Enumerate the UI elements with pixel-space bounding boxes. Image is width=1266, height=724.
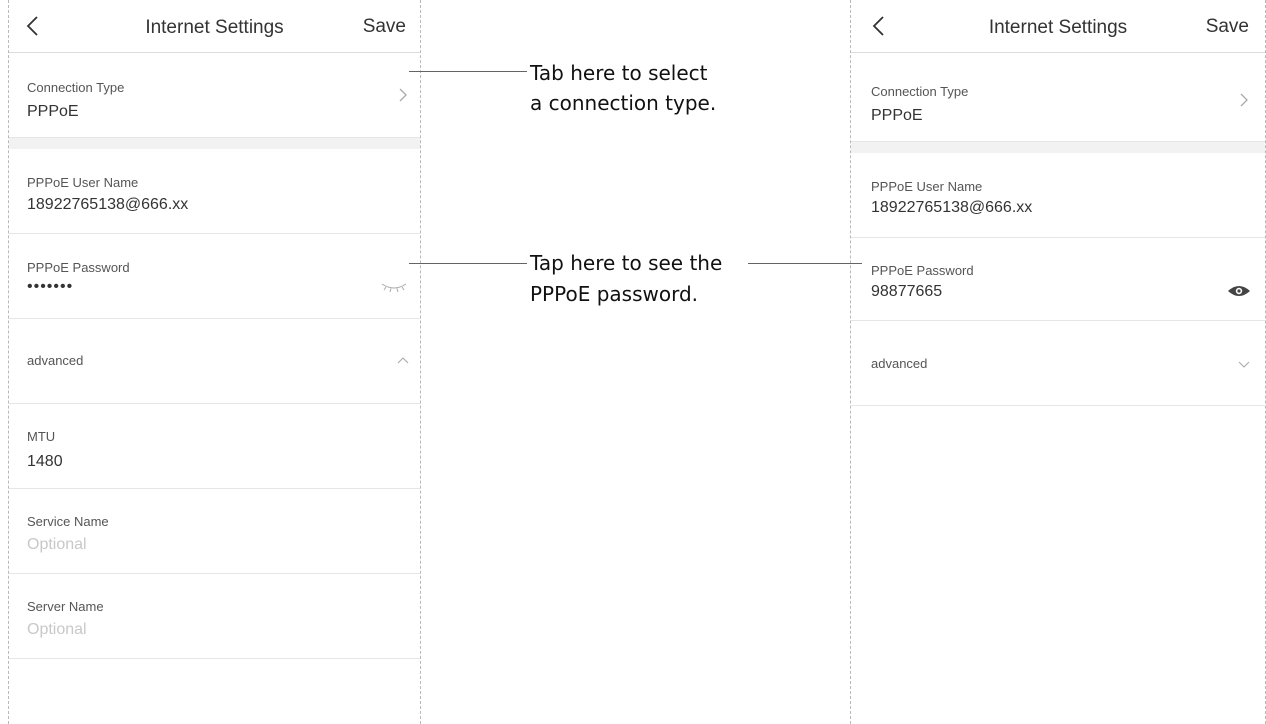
phone-screen-right: Internet Settings Save Connection Type P… <box>850 0 1266 724</box>
eye-open-icon[interactable] <box>1227 284 1251 298</box>
chevron-left-icon[interactable] <box>23 14 45 38</box>
mtu-label: MTU <box>27 429 56 444</box>
advanced-row[interactable]: advanced <box>851 321 1265 406</box>
connection-type-label: Connection Type <box>871 84 969 99</box>
callout-password-line1: Tap here to see the <box>530 251 723 275</box>
callout-connector-line <box>748 263 862 264</box>
server-name-label: Server Name <box>27 599 104 614</box>
callout-password-line2: PPPoE password. <box>530 282 699 306</box>
advanced-row[interactable]: advanced <box>9 319 420 404</box>
connection-type-value: PPPoE <box>871 107 923 124</box>
pppoe-password-label: PPPoE Password <box>871 263 974 278</box>
pppoe-user-name-value[interactable]: 18922765138@666.xx <box>871 199 1032 217</box>
callout-connection-type-line1: Tab here to select <box>530 61 708 85</box>
connection-type-row[interactable]: Connection Type PPPoE <box>9 53 420 138</box>
header-bar: Internet Settings Save <box>9 0 420 53</box>
mtu-value[interactable]: 1480 <box>27 453 63 471</box>
eye-closed-icon[interactable] <box>380 280 408 294</box>
service-name-row[interactable]: Service Name Optional <box>9 489 420 574</box>
pppoe-user-name-row[interactable]: PPPoE User Name 18922765138@666.xx <box>851 153 1265 238</box>
pppoe-user-name-value[interactable]: 18922765138@666.xx <box>27 196 188 214</box>
pppoe-password-row[interactable]: PPPoE Password 98877665 <box>851 238 1265 321</box>
section-divider <box>851 142 1265 153</box>
pppoe-user-name-row[interactable]: PPPoE User Name 18922765138@666.xx <box>9 149 420 234</box>
advanced-label: advanced <box>27 353 84 368</box>
chevron-down-icon <box>1238 361 1250 368</box>
pppoe-password-label: PPPoE Password <box>27 260 130 275</box>
save-button[interactable]: Save <box>363 16 406 38</box>
chevron-right-icon <box>399 88 407 102</box>
chevron-left-icon[interactable] <box>869 14 891 38</box>
callout-password-line2-clip: PPPoE password. <box>530 279 770 309</box>
connection-type-value: PPPoE <box>27 103 79 120</box>
page-title: Internet Settings <box>988 17 1128 38</box>
mtu-row[interactable]: MTU 1480 <box>9 404 420 489</box>
pppoe-user-name-label: PPPoE User Name <box>871 179 983 194</box>
connection-type-label: Connection Type <box>27 80 125 95</box>
server-name-row[interactable]: Server Name Optional <box>9 574 420 659</box>
pppoe-password-row[interactable]: PPPoE Password ••••••• <box>9 234 420 319</box>
callout-connector-line <box>409 263 527 264</box>
section-divider <box>9 138 420 149</box>
advanced-label: advanced <box>871 356 928 371</box>
chevron-up-icon <box>397 357 409 364</box>
connection-type-row[interactable]: Connection Type PPPoE <box>851 53 1265 142</box>
service-name-input[interactable]: Optional <box>27 536 87 554</box>
server-name-input[interactable]: Optional <box>27 621 87 639</box>
callout-connector-line <box>409 71 527 72</box>
service-name-label: Service Name <box>27 514 109 529</box>
pppoe-password-value[interactable]: ••••••• <box>27 278 73 296</box>
chevron-right-icon <box>1240 93 1248 107</box>
pppoe-user-name-label: PPPoE User Name <box>27 175 139 190</box>
phone-screen-left: Internet Settings Save Connection Type P… <box>8 0 421 724</box>
save-button[interactable]: Save <box>1206 16 1249 38</box>
page-title: Internet Settings <box>145 17 284 38</box>
callout-connection-type-line2: a connection type. <box>530 91 717 115</box>
pppoe-password-value[interactable]: 98877665 <box>871 283 942 301</box>
header-bar: Internet Settings Save <box>851 0 1265 53</box>
